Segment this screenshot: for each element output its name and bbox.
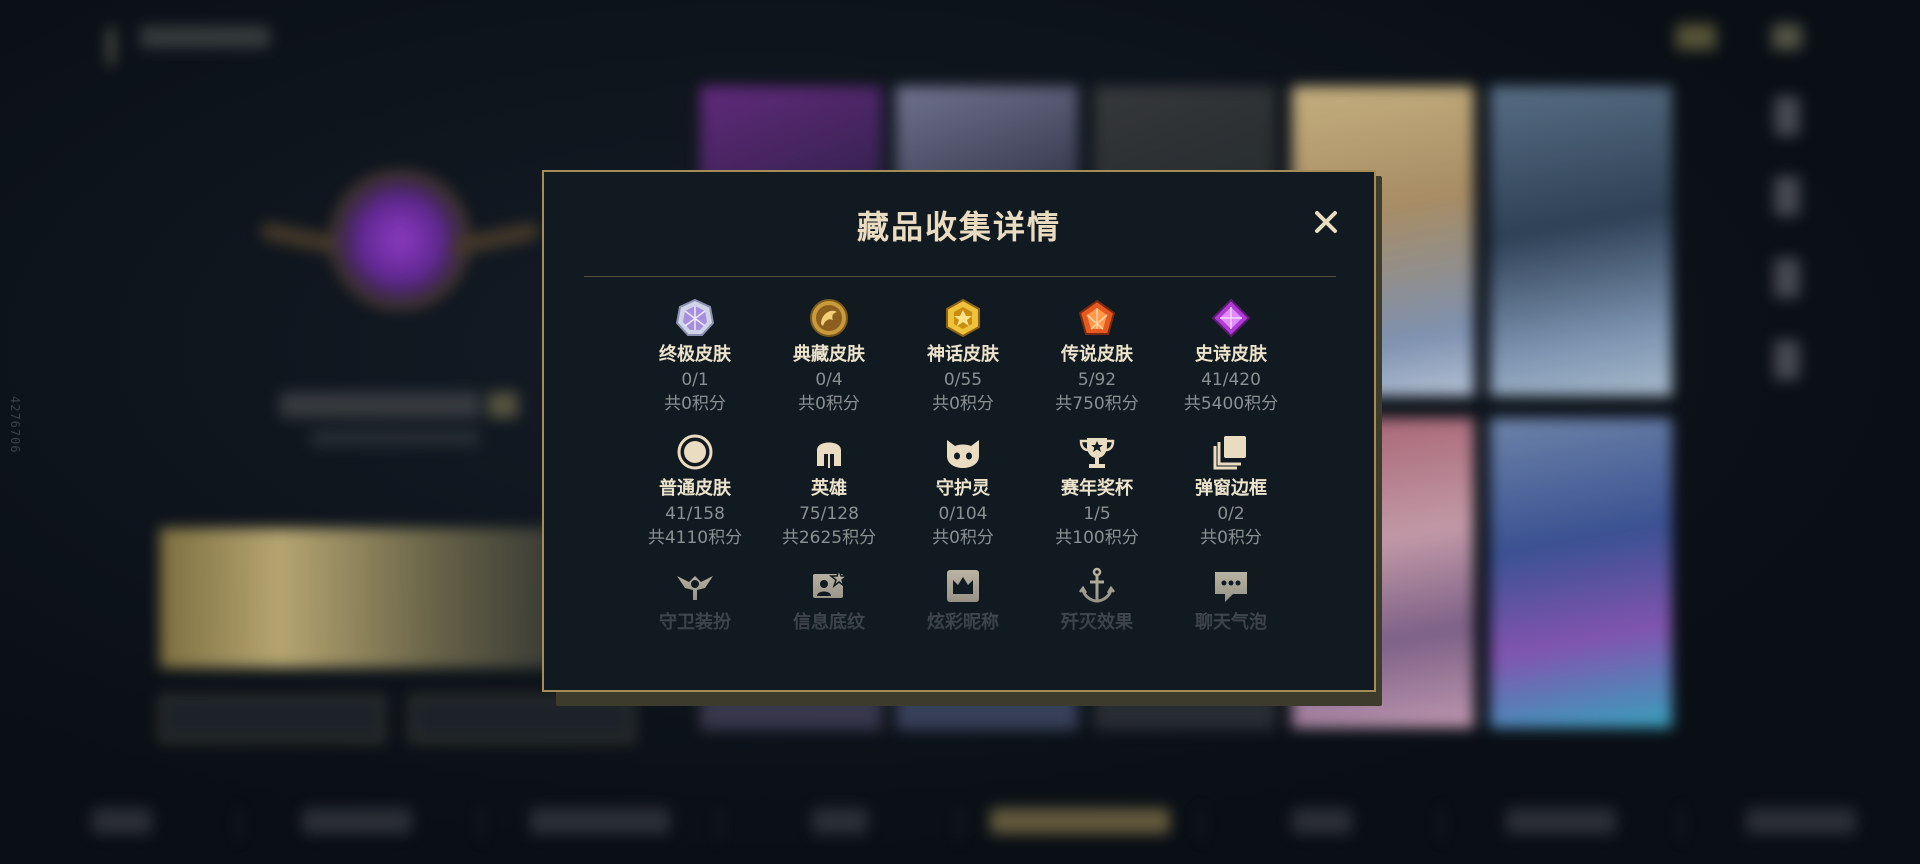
skin-card[interactable] (1490, 86, 1672, 396)
item-points: 共5400积分 (1183, 394, 1279, 414)
collection-details-modal: 藏品收集详情 终极皮肤 0/1 共0积分 典藏皮肤 0/4 共0积分 神话皮肤 … (542, 170, 1376, 692)
profile-banner-icon (813, 567, 849, 598)
legendary-skin-icon (1078, 299, 1116, 335)
item-count: 1/5 (1083, 504, 1111, 524)
collection-item-ultimate-skin[interactable]: 终极皮肤 0/1 共0积分 (628, 298, 762, 416)
item-points: 共2625积分 (781, 528, 877, 548)
side-nav-icon[interactable] (1774, 96, 1800, 136)
player-subtitle-placeholder (310, 430, 480, 446)
item-points: 共0积分 (932, 394, 994, 414)
item-label: 典藏皮肤 (793, 344, 865, 365)
chat-bubble-icon (1215, 572, 1247, 602)
item-count: 0/2 (1217, 504, 1245, 524)
close-button[interactable] (1310, 206, 1342, 238)
item-label: 英雄 (811, 478, 847, 499)
epic-skin-icon (1211, 298, 1251, 338)
item-points: 共0积分 (1200, 528, 1262, 548)
item-points: 共100积分 (1055, 528, 1139, 548)
profile-banner[interactable] (160, 528, 560, 668)
common-skin-icon (677, 434, 713, 470)
rank-badge (488, 392, 518, 418)
item-count: 5/92 (1077, 370, 1117, 390)
item-label: 炫彩昵称 (927, 612, 999, 633)
ward-skin-icon (677, 576, 713, 600)
item-label: 聊天气泡 (1195, 612, 1267, 633)
profile-emblem (259, 170, 541, 320)
crown-nickname-icon (947, 570, 979, 602)
collection-item-popup-frame[interactable]: 弹窗边框 0/2 共0积分 (1164, 432, 1298, 550)
item-label: 信息底纹 (793, 612, 865, 633)
item-label: 普通皮肤 (659, 478, 731, 499)
mail-icon[interactable] (1676, 24, 1716, 50)
item-points: 共4110积分 (647, 528, 743, 548)
collection-item-chat-bubble[interactable]: 聊天气泡 (1164, 566, 1298, 636)
bottom-tab[interactable] (530, 808, 670, 834)
item-count: 0/4 (815, 370, 843, 390)
item-label: 传说皮肤 (1061, 344, 1133, 365)
collection-item-season-trophy[interactable]: 赛年奖杯 1/5 共100积分 (1030, 432, 1164, 550)
item-label: 史诗皮肤 (1195, 344, 1267, 365)
watermark: 4276706 (8, 396, 22, 454)
item-label: 歼灭效果 (1061, 612, 1133, 633)
bottom-tab[interactable] (92, 808, 152, 834)
bottom-tab[interactable] (1292, 808, 1352, 834)
close-icon (1315, 211, 1337, 233)
item-label: 弹窗边框 (1195, 478, 1267, 499)
player-name-placeholder (280, 392, 480, 418)
page-title-placeholder (140, 26, 270, 48)
item-label: 赛年奖杯 (1061, 478, 1133, 499)
collection-item-epic-skin[interactable]: 史诗皮肤 41/420 共5400积分 (1164, 298, 1298, 416)
bottom-tab[interactable] (812, 808, 868, 834)
side-nav-icon[interactable] (1774, 176, 1800, 216)
item-count: 0/55 (943, 370, 983, 390)
anchor-effect-icon (1079, 567, 1115, 603)
settings-icon[interactable] (1772, 24, 1802, 50)
item-points: 共0积分 (664, 394, 726, 414)
item-label: 守卫装扮 (659, 612, 731, 633)
side-nav-icon[interactable] (1774, 340, 1800, 380)
item-points: 共750积分 (1055, 394, 1139, 414)
item-points: 共0积分 (798, 394, 860, 414)
ultimate-skin-icon (675, 298, 715, 336)
skin-card[interactable] (1490, 418, 1672, 728)
collection-item-champion[interactable]: 英雄 75/128 共2625积分 (762, 432, 896, 550)
collection-item-mythic-skin[interactable]: 神话皮肤 0/55 共0积分 (896, 298, 1030, 416)
collection-item-annihilation-effect[interactable]: 歼灭效果 (1030, 566, 1164, 636)
collection-item-collector-skin[interactable]: 典藏皮肤 0/4 共0积分 (762, 298, 896, 416)
bottom-tab[interactable] (1506, 808, 1616, 834)
side-nav-icon[interactable] (1774, 258, 1800, 298)
modal-title: 藏品收集详情 (856, 208, 1061, 246)
item-count: 41/420 (1201, 370, 1261, 390)
bottom-tab[interactable] (302, 808, 412, 834)
item-points: 共0积分 (932, 528, 994, 548)
background-button-left[interactable] (160, 696, 384, 742)
collection-item-legendary-skin[interactable]: 传说皮肤 5/92 共750积分 (1030, 298, 1164, 416)
modal-divider (584, 276, 1336, 277)
frame-icon (1213, 436, 1246, 470)
trophy-icon (1079, 438, 1115, 468)
champion-helmet-icon (817, 442, 841, 468)
item-label: 守护灵 (936, 478, 990, 499)
collection-item-ward-skin[interactable]: 守卫装扮 (628, 566, 762, 636)
collector-skin-icon (810, 299, 848, 337)
item-label: 终极皮肤 (659, 344, 731, 365)
back-icon[interactable] (108, 13, 130, 67)
collection-item-color-nickname[interactable]: 炫彩昵称 (896, 566, 1030, 636)
bottom-tab[interactable] (1746, 808, 1856, 834)
item-count: 41/158 (665, 504, 725, 524)
bottom-tab-active[interactable] (990, 808, 1170, 834)
screen: 4276706 藏品收集详情 终极皮肤 0/1 共0积分 典藏皮肤 0/4 共0… (0, 0, 1920, 864)
item-label: 神话皮肤 (927, 344, 999, 365)
mythic-skin-icon (946, 298, 980, 338)
item-count: 0/1 (681, 370, 709, 390)
collection-item-profile-banner[interactable]: 信息底纹 (762, 566, 896, 636)
collection-item-guardian-spirit[interactable]: 守护灵 0/104 共0积分 (896, 432, 1030, 550)
collection-item-common-skin[interactable]: 普通皮肤 41/158 共4110积分 (628, 432, 762, 550)
item-count: 75/128 (799, 504, 859, 524)
guardian-spirit-icon (947, 440, 979, 468)
item-count: 0/104 (938, 504, 988, 524)
